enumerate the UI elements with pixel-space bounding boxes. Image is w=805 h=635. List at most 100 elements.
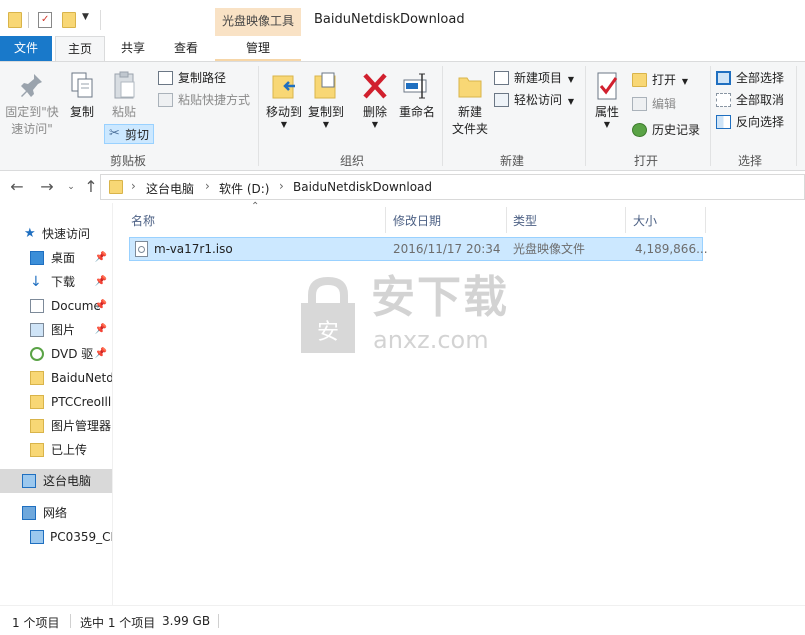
file-list-pane[interactable]: ⌃ 名称 修改日期 类型 大小 m-va17r1.iso 2016/11/17 …	[113, 201, 805, 605]
select-none-button[interactable]: 全部取消	[716, 90, 784, 110]
edit-button[interactable]: 编辑	[632, 94, 676, 114]
tab-share[interactable]: 共享	[108, 36, 158, 61]
tab-view[interactable]: 查看	[160, 36, 212, 61]
navigation-pane[interactable]: ★ 快速访问 桌面 📌 ↓ 下载 📌 Docume 📌 图片 📌 DVD 驱 📌 BaiduNetd P…	[0, 203, 113, 605]
paste-button[interactable]: 粘贴	[104, 70, 144, 121]
pin-quick-access-button[interactable]: 固定到"快 速访问"	[4, 70, 60, 138]
select-all-button[interactable]: 全部选择	[716, 68, 784, 88]
paste-shortcut-label: 粘贴快捷方式	[178, 93, 251, 107]
watermark-en-text: anxz.com	[373, 326, 489, 354]
breadcrumb-separator-icon[interactable]: ›	[131, 179, 136, 193]
column-divider[interactable]	[506, 207, 507, 233]
select-all-icon	[716, 71, 731, 85]
new-item-dropdown-icon: ▼	[567, 75, 574, 84]
nav-network-pc[interactable]: PC0359_CN	[0, 525, 112, 549]
column-divider[interactable]	[625, 207, 626, 233]
nav-item[interactable]: DVD 驱 📌	[0, 342, 112, 366]
delete-button[interactable]: 删除 ▼	[358, 70, 392, 129]
qat-customize-icon[interactable]: ▼	[82, 12, 89, 22]
rename-button[interactable]: 重命名	[396, 70, 438, 121]
paste-shortcut-button[interactable]: 粘贴快捷方式	[158, 90, 250, 110]
properties-qat-icon[interactable]: ✓	[38, 12, 52, 28]
forward-arrow-icon[interactable]: →	[38, 177, 56, 197]
column-divider[interactable]	[705, 207, 706, 233]
column-header-type[interactable]: 类型	[513, 207, 537, 235]
nav-item-label: 图片	[51, 323, 76, 337]
copy-path-icon	[158, 71, 173, 85]
file-row[interactable]: m-va17r1.iso 2016/11/17 20:34 光盘映像文件 4,1…	[129, 237, 708, 261]
nav-item[interactable]: 图片管理器	[0, 414, 112, 438]
breadcrumb-drive-d[interactable]: 软件 (D:)	[219, 180, 269, 197]
copy-to-icon	[314, 72, 336, 99]
column-header-size[interactable]: 大小	[633, 207, 657, 235]
edit-icon	[632, 97, 647, 111]
folder-icon	[30, 395, 44, 409]
shield-lock-icon: 安	[301, 277, 355, 353]
copy-button[interactable]: 复制	[64, 70, 100, 121]
recent-locations-chevron-icon[interactable]: ⌄	[62, 177, 80, 197]
status-bar: 1 个项目 选中 1 个项目 3.99 GB	[0, 605, 805, 635]
nav-item[interactable]: PTCCreoIll	[0, 390, 112, 414]
breadcrumb-this-pc[interactable]: 这台电脑	[146, 180, 194, 197]
disc-image-file-icon	[135, 241, 148, 257]
history-button[interactable]: 历史记录	[632, 120, 700, 140]
nav-item[interactable]: 已上传	[0, 438, 112, 462]
copy-path-button[interactable]: 复制路径	[158, 68, 226, 88]
nav-item[interactable]: 桌面 📌	[0, 246, 112, 270]
sort-ascending-icon: ⌃	[251, 201, 260, 212]
tab-manage[interactable]: 管理	[215, 36, 301, 61]
watermark-cn-text: 安下载	[371, 272, 509, 323]
delete-dropdown-icon: ▼	[371, 120, 379, 129]
move-to-button[interactable]: 移动到 ▼	[262, 70, 306, 129]
new-item-icon	[494, 71, 509, 85]
nav-quick-access[interactable]: ★ 快速访问	[0, 222, 112, 246]
ribbon-tabs: 文件 主页 共享 查看 管理	[0, 36, 805, 61]
folder-icon	[30, 419, 44, 433]
properties-label: 属性	[594, 105, 619, 119]
pin-icon[interactable]: 📌	[95, 246, 107, 270]
dvd-icon	[30, 347, 44, 361]
back-arrow-icon[interactable]: ←	[8, 177, 26, 197]
cut-button[interactable]: ✂ 剪切	[104, 124, 154, 144]
copy-to-label: 复制到	[307, 105, 344, 119]
contextual-tab-header: 光盘映像工具	[215, 8, 301, 36]
pin-icon[interactable]: 📌	[95, 318, 107, 342]
copy-to-dropdown-icon: ▼	[322, 120, 330, 129]
tab-file[interactable]: 文件	[0, 36, 52, 61]
column-divider[interactable]	[385, 207, 386, 233]
pin-icon[interactable]: 📌	[95, 294, 107, 318]
easy-access-button[interactable]: 轻松访问 ▼	[494, 90, 574, 110]
tab-home[interactable]: 主页	[55, 36, 105, 61]
pin-icon[interactable]: 📌	[95, 270, 107, 294]
nav-item[interactable]: 图片 📌	[0, 318, 112, 342]
new-folder-button[interactable]: 新建 文件夹	[448, 70, 492, 138]
delete-icon	[363, 73, 387, 99]
up-arrow-icon[interactable]: ↑	[82, 177, 100, 197]
address-field[interactable]: › 这台电脑 › 软件 (D:) › BaiduNetdiskDownload	[100, 174, 805, 200]
nav-item[interactable]: Docume 📌	[0, 294, 112, 318]
new-folder-qat-icon[interactable]	[62, 12, 76, 28]
open-button[interactable]: 打开 ▼	[632, 70, 688, 90]
new-item-button[interactable]: 新建项目 ▼	[494, 68, 574, 88]
invert-selection-button[interactable]: 反向选择	[716, 112, 784, 132]
cut-label: 剪切	[125, 128, 150, 142]
nav-item[interactable]: ↓ 下载 📌	[0, 270, 112, 294]
nav-this-pc[interactable]: 这台电脑	[0, 469, 112, 493]
pin-icon	[21, 74, 42, 97]
breadcrumb-separator-icon[interactable]: ›	[205, 179, 210, 193]
column-header-date[interactable]: 修改日期	[393, 207, 441, 235]
file-date: 2016/11/17 20:34	[393, 242, 501, 256]
column-header-name[interactable]: 名称	[131, 207, 155, 235]
folder-icon	[30, 443, 44, 457]
properties-button[interactable]: 属性 ▼	[590, 70, 624, 129]
rename-label: 重命名	[398, 105, 435, 119]
nav-quick-access-label: 快速访问	[42, 227, 91, 241]
move-to-dropdown-icon: ▼	[280, 120, 288, 129]
pin-icon[interactable]: 📌	[95, 342, 107, 366]
copy-to-button[interactable]: 复制到 ▼	[304, 70, 348, 129]
breadcrumb-current-folder[interactable]: BaiduNetdiskDownload	[293, 180, 432, 194]
group-separator	[796, 66, 797, 166]
nav-item[interactable]: BaiduNetd	[0, 366, 112, 390]
nav-network[interactable]: 网络	[0, 501, 112, 525]
breadcrumb-separator-icon[interactable]: ›	[279, 179, 284, 193]
